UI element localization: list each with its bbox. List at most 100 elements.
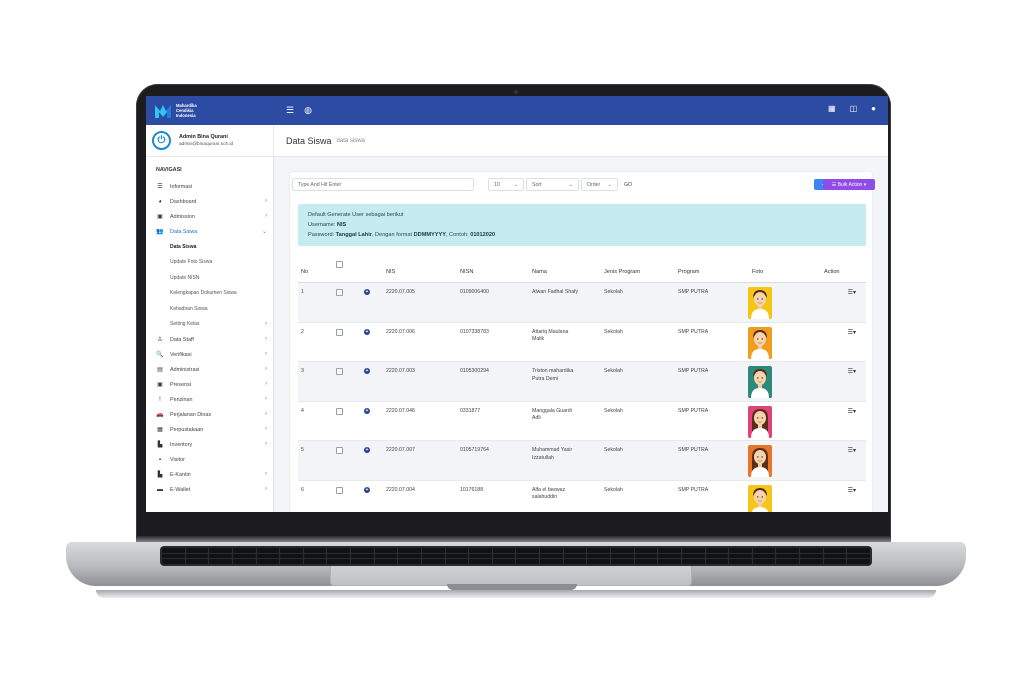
per-page-select[interactable]: 10 ⌄ <box>488 178 524 191</box>
keyboard-key <box>705 553 729 559</box>
select-all-checkbox[interactable] <box>336 261 343 268</box>
chevron-icon: › <box>265 351 267 357</box>
windows-icon[interactable]: ◫ <box>850 104 858 113</box>
sidebar-item[interactable]: 🔍 Verifikasi › <box>146 347 273 362</box>
table-row[interactable]: 4 2220.07.046 0331877 Manggala Guardi Adli S… <box>298 402 866 441</box>
go-button[interactable]: GO <box>624 178 632 191</box>
row-checkbox[interactable] <box>336 289 343 296</box>
expand-row-icon[interactable]: + <box>364 486 370 493</box>
table-row[interactable]: 2 2220.07.006 0107338783 Attariq Maulana Ma… <box>298 323 866 362</box>
sidebar-item[interactable]: ☰ Informasi <box>146 179 273 194</box>
sidebar-subitem[interactable]: Setting Kelas › <box>146 317 273 333</box>
search-input[interactable]: Type And Hit Enter <box>292 178 474 191</box>
sidebar-subitem[interactable]: Update NISN <box>146 270 273 286</box>
keyboard-key <box>516 548 540 553</box>
keyboard-key <box>445 559 469 564</box>
row-action-menu-icon[interactable]: ☰▾ <box>848 368 856 375</box>
sidebar-item[interactable]: ▙ Inventory › <box>146 437 273 452</box>
student-photo <box>748 366 772 398</box>
row-checkbox[interactable] <box>336 328 343 336</box>
order-select[interactable]: Order ⌄ <box>581 178 618 191</box>
user-account-icon[interactable]: ● <box>871 104 876 113</box>
brand-name: Mahardika Cendikia Indonesia <box>176 103 197 118</box>
row-action-menu-icon[interactable]: ☰▾ <box>848 447 856 454</box>
data-card: Type And Hit Enter 10 ⌄ Sort ⌄ Order ⌄ GO +… <box>290 172 875 512</box>
chevron-icon: ⌄ <box>261 229 267 235</box>
sidebar-subitem[interactable]: Update Foto Siswa <box>146 255 273 271</box>
nav-heading: NAVIGASI <box>156 167 182 173</box>
sidebar-item[interactable]: ◕ Dashboard › <box>146 194 273 209</box>
sidebar-item[interactable]: ♙ Data Staff › <box>146 332 273 347</box>
hamburger-menu-icon[interactable]: ☰ <box>286 105 294 116</box>
sidebar-item[interactable]: ▣ Admission › <box>146 209 273 224</box>
cell-nis: 2220.07.007 <box>386 447 415 453</box>
expand-row-icon[interactable]: + <box>364 328 370 335</box>
keyboard-key <box>800 553 823 559</box>
sidebar-item[interactable]: ▪ Visitor <box>146 452 273 467</box>
expand-row-icon[interactable]: + <box>364 289 370 295</box>
alert-line: Password: Tanggal Lahir, Dengan format D… <box>308 230 856 240</box>
keyboard-key <box>823 548 847 553</box>
cell-nisn: 0331877 <box>460 407 481 414</box>
expand-row-icon[interactable]: + <box>364 447 370 453</box>
row-checkbox[interactable] <box>336 368 343 375</box>
row-checkbox[interactable] <box>336 486 343 494</box>
table-row[interactable]: 3 2220.07.003 0105300294 Triston mahardika … <box>298 362 866 402</box>
row-checkbox[interactable] <box>336 407 343 415</box>
brand[interactable]: Mahardika Cendikia Indonesia <box>146 96 274 125</box>
globe-icon[interactable]: ◍ <box>304 105 312 116</box>
table-row[interactable]: 6 2220.07.004 10176188 Alfa el fawwaz salah… <box>298 481 866 512</box>
keyboard-key <box>280 553 303 559</box>
keyboard-key <box>634 548 658 553</box>
bulk-action-button[interactable]: ☰ Bulk Action ▾ <box>823 179 875 190</box>
chevron-icon: › <box>265 426 267 432</box>
sidebar-subitem[interactable]: Data Siswa <box>146 239 273 255</box>
cell-nisn: 0105300294 <box>460 368 489 374</box>
keyboard-key <box>280 559 303 564</box>
keyboard-key <box>398 548 421 553</box>
keyboard-key <box>232 559 256 564</box>
sidebar-item[interactable]: ▬ E-Wallet › <box>146 482 273 497</box>
keyboard-key <box>776 559 800 564</box>
sidebar-item[interactable]: ▣ Presensi › <box>146 377 273 392</box>
row-action-menu-icon[interactable]: ☰▾ <box>848 487 856 494</box>
sidebar-item[interactable]: ! Perizinan › <box>146 392 273 407</box>
cell-program: SMP PUTRA <box>678 289 709 295</box>
chevron-icon: › <box>265 441 267 447</box>
keyboard-key <box>611 548 634 553</box>
table-row[interactable]: 1 2220.07.005 0109006400 Alwan Fadhal Shafy… <box>298 283 866 323</box>
apps-grid-icon[interactable]: ▦ <box>828 104 836 113</box>
keyboard-key <box>563 553 587 559</box>
sidebar-subitem[interactable]: Kehadiran Siswa <box>146 301 273 317</box>
keyboard-key <box>681 548 705 553</box>
expand-row-icon[interactable]: + <box>364 368 370 374</box>
row-checkbox[interactable] <box>336 447 343 454</box>
expand-row-icon[interactable]: + <box>364 407 370 414</box>
keyboard-key <box>445 553 469 559</box>
keyboard-key <box>421 559 445 564</box>
power-avatar-icon[interactable]: ⏻ <box>152 131 171 150</box>
keyboard-key <box>162 553 185 559</box>
sidebar-item[interactable]: ▤ Administrasi › <box>146 362 273 377</box>
keyboard-key <box>729 559 752 564</box>
car-icon: 🚗 <box>156 412 164 418</box>
row-action-menu-icon[interactable]: ☰▾ <box>848 289 856 296</box>
keyboard-key <box>492 548 516 553</box>
col-nisn: NISN <box>460 269 474 275</box>
sidebar-item-label: Informasi <box>170 183 193 190</box>
sidebar-item[interactable]: 👥 Data Siswa ⌄ <box>146 224 273 239</box>
row-action-menu-icon[interactable]: ☰▾ <box>848 329 856 336</box>
row-action-menu-icon[interactable]: ☰▾ <box>848 408 856 415</box>
table-row[interactable]: 5 2220.07.007 0105719764 Muhammad Yasir Izz… <box>298 441 866 481</box>
sidebar-item[interactable]: ▦ Perpustakaan › <box>146 422 273 437</box>
keyboard-key <box>847 559 870 564</box>
keyboard-key <box>303 548 327 553</box>
chevron-icon: › <box>265 336 267 342</box>
sidebar-item[interactable]: ▙ E-Kantin › <box>146 467 273 482</box>
cell-jenis-program: Sekolah <box>604 328 623 335</box>
sidebar-item[interactable]: 🚗 Perjalanan Dinas › <box>146 407 273 422</box>
keyboard-key <box>327 548 351 553</box>
chevron-icon: › <box>265 396 267 402</box>
sidebar-subitem[interactable]: Kelengkapan Dokumen Siswa <box>146 286 273 302</box>
sort-select[interactable]: Sort ⌄ <box>526 178 579 191</box>
